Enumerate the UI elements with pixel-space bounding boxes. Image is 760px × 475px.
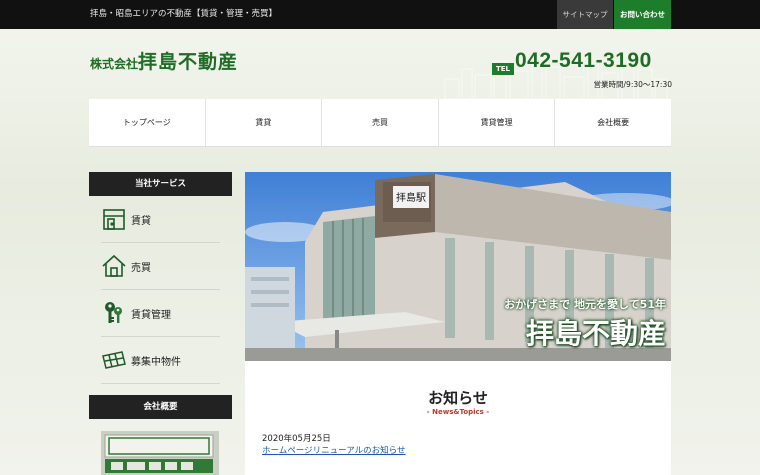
nav-item-management[interactable]: 賃貸管理 (439, 99, 556, 146)
hero-name: 拝島不動産 (525, 317, 666, 350)
house-icon (102, 254, 126, 277)
nav-item-company[interactable]: 会社概要 (555, 99, 671, 146)
nav-item-sale[interactable]: 売買 (322, 99, 439, 146)
office-photo (101, 431, 219, 475)
logo-name: 拝島不動産 (138, 51, 239, 73)
service-label: 賃貸 (131, 215, 151, 227)
sitemap-link[interactable]: サイトマップ (557, 0, 613, 29)
hero-image: 拝島駅 おかげさまで 地元を愛して51年 拝島不動産 (245, 172, 671, 361)
service-item-management[interactable]: 賃貸管理 (101, 290, 220, 337)
news-title: お知らせ (428, 389, 488, 407)
news-subtitle: - News&Topics - (426, 408, 490, 416)
top-bar: 拝島・昭島エリアの不動産【賃貸・管理・売買】 サイトマップ お問い合わせ (0, 0, 760, 29)
main-nav: トップページ 賃貸 売買 賃貸管理 会社概要 (89, 99, 671, 147)
keys-icon (105, 302, 122, 323)
site-header: 株式会社拝島不動産 TEL 042-541-3190 営業時間/9:30～17:… (0, 29, 760, 99)
news-date: 2020年05月25日 (262, 434, 331, 444)
site-tagline: 拝島・昭島エリアの不動産【賃貸・管理・売買】 (90, 9, 278, 19)
service-label: 賃貸管理 (131, 309, 171, 321)
map-icon (102, 351, 126, 369)
site-logo[interactable]: 株式会社拝島不動産 (90, 47, 238, 73)
tel-label: TEL (492, 63, 514, 75)
nav-item-rent[interactable]: 賃貸 (206, 99, 323, 146)
station-sign-text: 拝島駅 (396, 191, 426, 204)
office-sign-image (101, 431, 219, 475)
service-item-listings[interactable]: 募集中物件 (101, 337, 220, 384)
company-heading: 会社概要 (89, 395, 232, 419)
service-label: 売買 (131, 262, 151, 274)
services-list: 賃貸 売買 賃貸管理 募集中物件 (89, 196, 232, 384)
service-item-sale[interactable]: 売買 (101, 243, 220, 290)
service-label: 募集中物件 (131, 356, 181, 368)
door-icon (103, 209, 125, 230)
services-heading: 当社サービス (89, 172, 232, 196)
news-section: お知らせ - News&Topics - 2020年05月25日 ホームページリ… (245, 361, 671, 475)
hero-tagline: おかげさまで 地元を愛して51年 (504, 298, 666, 311)
phone-number[interactable]: 042-541-3190 (515, 49, 672, 75)
service-item-rent[interactable]: 賃貸 (101, 196, 220, 243)
logo-prefix: 株式会社 (90, 57, 139, 71)
nav-item-top[interactable]: トップページ (89, 99, 206, 146)
news-link[interactable]: ホームページリニューアルのお知らせ (262, 444, 405, 456)
contact-button[interactable]: お問い合わせ (614, 0, 671, 29)
business-hours: 営業時間/9:30～17:30 (593, 80, 672, 89)
